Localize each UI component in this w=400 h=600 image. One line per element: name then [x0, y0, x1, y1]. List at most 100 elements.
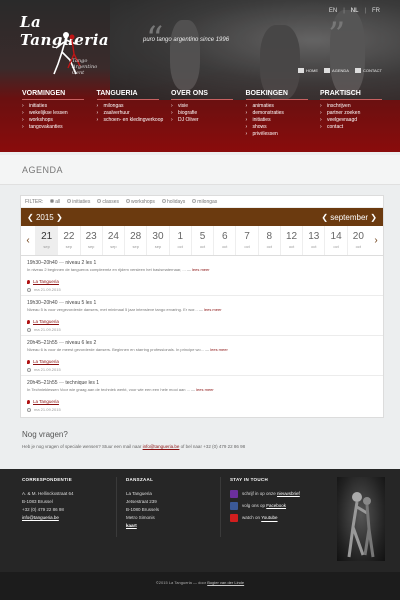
day-cell[interactable]: 30 sep	[146, 226, 168, 255]
event-title[interactable]: 19h30–20h40 — niveau 2 les 1	[27, 260, 377, 266]
nav-item[interactable]: privélessen	[246, 131, 308, 138]
read-more-link[interactable]: lees meer	[196, 387, 214, 392]
day-cell[interactable]: 1 oct	[168, 226, 191, 255]
day-month: oct	[355, 244, 362, 249]
day-prev-icon[interactable]: ‹	[21, 226, 35, 255]
nav-column-tangueria: TANGUERIA milongas zaalverhuur schoen- e…	[96, 90, 164, 138]
day-month: oct	[222, 244, 228, 249]
nav-item[interactable]: initiaties	[22, 103, 84, 110]
agenda-link[interactable]: AGENDA	[324, 68, 349, 74]
read-more-link[interactable]: lees meer	[210, 347, 228, 352]
filter-initiaties[interactable]: initiaties	[67, 199, 90, 205]
day-cell[interactable]: 24 sep	[101, 226, 124, 255]
day-cell[interactable]: 23 sep	[79, 226, 102, 255]
youtube-icon[interactable]	[230, 514, 238, 523]
nav-item[interactable]: demonstraties	[246, 110, 308, 117]
nav-item[interactable]: workshops	[22, 117, 84, 124]
nav-heading[interactable]: OVER ONS	[171, 90, 233, 100]
day-cell[interactable]: 12 oct	[279, 226, 302, 255]
page-title-bar: AGENDA	[0, 155, 400, 185]
footer-line: La Tangueria	[126, 491, 152, 496]
filter-classes[interactable]: classes	[97, 199, 119, 205]
facebook-link[interactable]: Facebook	[266, 503, 286, 508]
day-number: 13	[308, 231, 320, 242]
day-month: oct	[199, 244, 206, 249]
event-location[interactable]: La Tangueria	[27, 399, 377, 404]
lang-nl[interactable]: NL	[351, 8, 359, 14]
day-cell[interactable]: 5 oct	[190, 226, 213, 255]
nav-item[interactable]: zaalverhuur	[97, 110, 159, 117]
lang-fr[interactable]: FR	[372, 8, 380, 14]
day-number: 28	[130, 231, 142, 242]
nav-heading[interactable]: TANGUERIA	[96, 90, 159, 100]
event-title[interactable]: 20h45–21h55 — niveau 6 les 2	[27, 340, 377, 346]
designer-link[interactable]: Bogier van der Linde	[207, 580, 244, 585]
footer-line: +32 (0) 479 22 86 98	[22, 507, 64, 512]
event-title[interactable]: 20h45–21h55 — technique les 1	[27, 380, 377, 386]
nav-heading[interactable]: VORMINGEN	[22, 90, 84, 100]
nav-heading[interactable]: BOEKINGEN	[245, 90, 308, 100]
day-cell[interactable]: 6 oct	[213, 226, 235, 255]
nav-item[interactable]: initiaties	[246, 117, 308, 124]
filter-milongas[interactable]: milongas	[192, 199, 217, 205]
filter-holidays[interactable]: holidays	[161, 199, 185, 205]
day-cell[interactable]: 13 oct	[302, 226, 324, 255]
month-next-icon[interactable]: ❯	[370, 213, 377, 222]
read-more-link[interactable]: lees meer	[192, 267, 210, 272]
nav-item[interactable]: inschrijven	[320, 103, 382, 110]
questions-email-link[interactable]: info@tangueria.be	[143, 444, 180, 449]
nav-item[interactable]: shows	[246, 124, 308, 131]
day-month: oct	[288, 244, 295, 249]
yahoo-icon[interactable]	[230, 490, 238, 498]
day-number: 20	[352, 231, 364, 242]
newsletter-link[interactable]: nieuwsbrief	[277, 491, 300, 496]
day-next-icon[interactable]: ›	[369, 226, 383, 255]
nav-item[interactable]: partner zoeken	[320, 110, 382, 117]
nav-item[interactable]: veelgevraagd	[320, 117, 382, 124]
month-prev-icon[interactable]: ❮	[321, 213, 328, 222]
main-nav: VORMINGEN initiaties wekelijkse lessen w…	[22, 90, 382, 138]
nav-item[interactable]: wekelijkse lessen	[22, 110, 84, 117]
footer-email-link[interactable]: info@tangueria.be	[22, 514, 74, 522]
site-logo[interactable]: La Tangueria Tango Argentino Gent	[20, 10, 120, 82]
day-cell[interactable]: 14 oct	[324, 226, 346, 255]
facebook-icon[interactable]	[230, 502, 238, 511]
header-icon-links: HOME AGENDA CONTACT	[298, 68, 382, 74]
event-location[interactable]: La Tangueria	[27, 319, 377, 324]
day-cell[interactable]: 8 oct	[257, 226, 280, 255]
event-location[interactable]: La Tangueria	[27, 279, 377, 284]
read-more-link[interactable]: lees meer	[204, 307, 222, 312]
day-cell[interactable]: 20 oct	[346, 226, 369, 255]
day-cell[interactable]: 7 oct	[235, 226, 257, 255]
nav-item[interactable]: animaties	[246, 103, 308, 110]
lang-separator: |	[364, 8, 366, 14]
home-link[interactable]: HOME	[298, 68, 318, 74]
footer-map-link[interactable]: kaart	[126, 522, 159, 530]
youtube-link[interactable]: Youtube	[261, 516, 277, 521]
nav-item[interactable]: milongas	[97, 103, 159, 110]
day-number: 14	[330, 231, 342, 242]
filter-all[interactable]: all	[50, 199, 60, 205]
day-cell[interactable]: 21 sep	[35, 226, 58, 255]
month-nav: ❮ september ❯	[321, 213, 377, 222]
event-description: In Technieklessen Voor wie graag aan de …	[27, 387, 214, 392]
calendar-icon	[324, 68, 331, 74]
nav-heading[interactable]: PRAKTISCH	[320, 90, 382, 100]
day-cell[interactable]: 28 sep	[124, 226, 146, 255]
nav-item[interactable]: biografie	[171, 110, 233, 117]
nav-item[interactable]: tangovakanties	[22, 124, 84, 131]
lang-en[interactable]: EN	[329, 8, 337, 14]
nav-item[interactable]: schoen- en kledingverkoop	[97, 117, 164, 124]
day-cell[interactable]: 22 sep	[57, 226, 79, 255]
event-location[interactable]: La Tangueria	[27, 359, 377, 364]
nav-item[interactable]: contact	[320, 124, 382, 131]
year-prev-icon[interactable]: ❮	[27, 213, 34, 222]
filter-workshops[interactable]: workshops	[126, 199, 155, 205]
year-next-icon[interactable]: ❯	[56, 213, 63, 222]
nav-item[interactable]: DJ Oliver	[171, 117, 233, 124]
nav-item[interactable]: visie	[171, 103, 233, 110]
event-title[interactable]: 19h30–20h40 — niveau 5 les 1	[27, 300, 377, 306]
questions-text-before: Heb je nog vragen of speciale wensen? St…	[22, 444, 143, 449]
clock-icon	[27, 287, 31, 292]
contact-link[interactable]: CONTACT	[354, 68, 382, 74]
